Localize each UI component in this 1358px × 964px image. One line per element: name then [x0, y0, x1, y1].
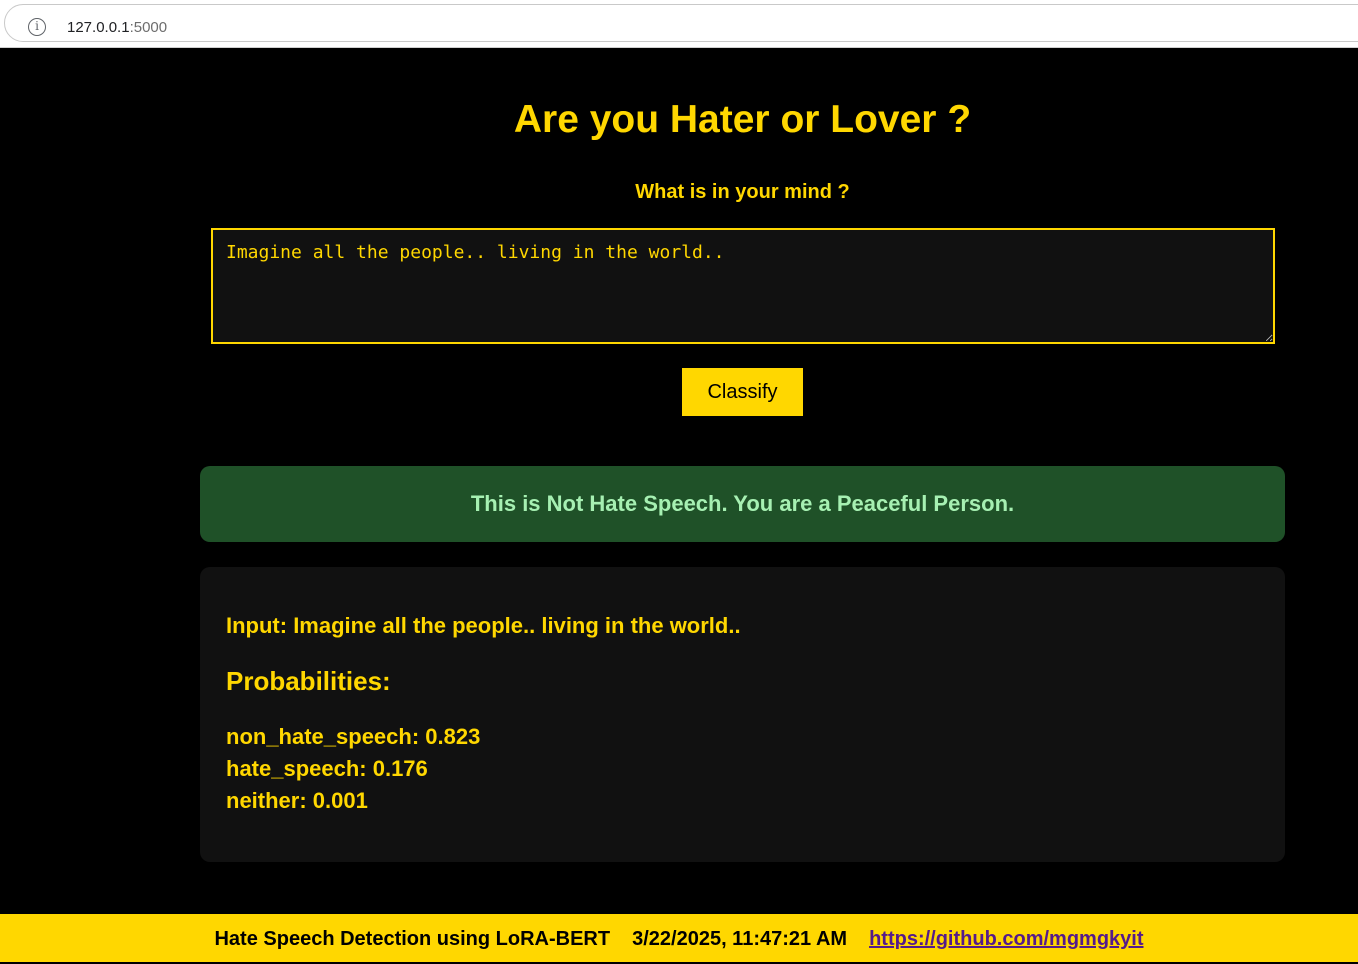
browser-address-bar: i 127.0.0.1:5000 — [0, 0, 1358, 48]
classify-button[interactable]: Classify — [682, 368, 803, 416]
url-host: 127.0.0.1 — [67, 19, 130, 36]
url-text[interactable]: 127.0.0.1:5000 — [67, 19, 167, 36]
probability-item: hate_speech: 0.176 — [226, 756, 428, 781]
page-content: Are you Hater or Lover ? What is in your… — [0, 48, 1358, 914]
probability-item: neither: 0.001 — [226, 788, 368, 813]
footer-app-name: Hate Speech Detection using LoRA-BERT — [214, 928, 611, 950]
input-echo: Input: Imagine all the people.. living i… — [226, 613, 741, 638]
url-port: :5000 — [129, 19, 168, 36]
url-field[interactable]: i 127.0.0.1:5000 — [4, 4, 1358, 42]
probability-item: non_hate_speech: 0.823 — [226, 724, 481, 749]
footer-timestamp: 3/22/2025, 11:47:21 AM — [632, 928, 848, 950]
info-icon[interactable]: i — [28, 18, 46, 36]
page-title: Are you Hater or Lover ? — [513, 98, 972, 141]
text-input[interactable] — [211, 228, 1275, 344]
details-card: Input: Imagine all the people.. living i… — [200, 567, 1285, 862]
footer: Hate Speech Detection using LoRA-BERT 3/2… — [0, 914, 1358, 962]
probabilities-list: non_hate_speech: 0.823 hate_speech: 0.17… — [226, 721, 480, 817]
prompt-label: What is in your mind ? — [635, 181, 850, 203]
result-banner: This is Not Hate Speech. You are a Peace… — [200, 466, 1285, 542]
probabilities-heading: Probabilities: — [226, 666, 391, 696]
github-link[interactable]: https://github.com/mgmgkyit — [869, 928, 1143, 950]
